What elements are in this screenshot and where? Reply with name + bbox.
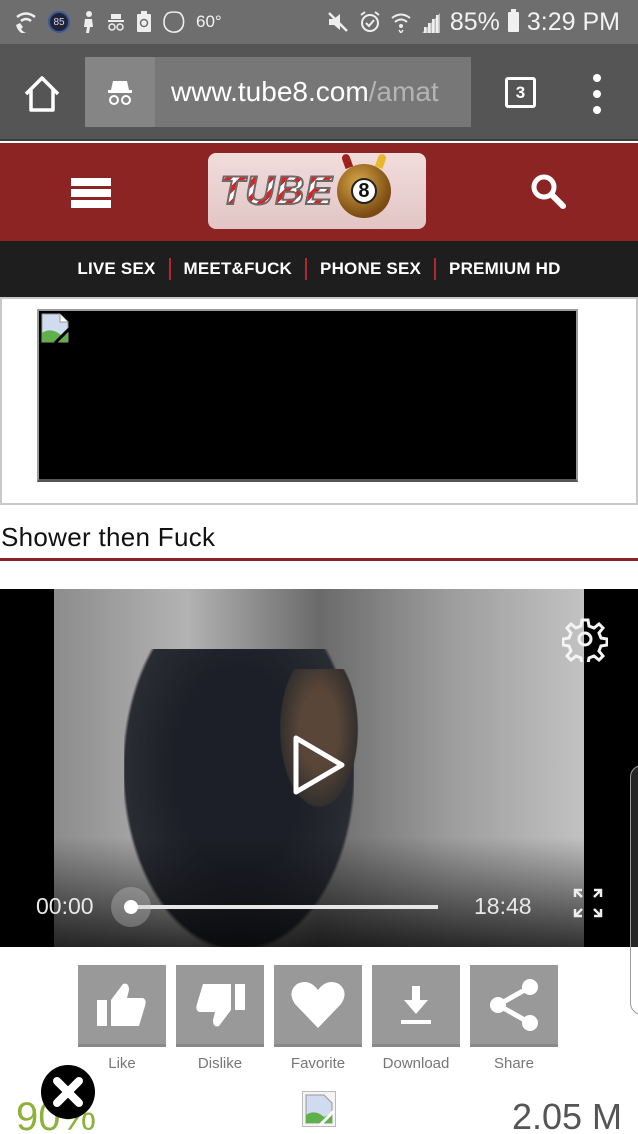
wifi-call-icon [14, 11, 38, 33]
share-button[interactable]: Share [470, 965, 558, 1072]
edge-panel-handle[interactable] [630, 765, 638, 1015]
seek-bar[interactable] [131, 905, 438, 909]
site-header: TUBE 8 [0, 143, 638, 241]
temperature: 60° [196, 12, 222, 31]
nav-link-meet[interactable]: MEET&FUCK [171, 259, 306, 279]
badge-85-icon: 85 [48, 11, 70, 33]
ad-banner[interactable] [37, 309, 578, 482]
current-time: 00:00 [36, 893, 94, 919]
home-button[interactable] [20, 74, 64, 114]
logo-text: TUBE [219, 168, 333, 214]
favorite-button-box [274, 965, 362, 1047]
play-button[interactable] [290, 732, 348, 798]
clock: 3:29 PM [526, 7, 620, 36]
fullscreen-icon [573, 888, 603, 918]
favorite-button[interactable]: Favorite [274, 965, 362, 1072]
incognito-icon [106, 12, 126, 32]
url-host: www.tube8.com [171, 76, 369, 107]
download-label: Download [382, 1055, 450, 1072]
favorite-label: Favorite [290, 1055, 346, 1072]
battery-saver-icon [136, 11, 152, 33]
broken-image-icon [302, 1091, 336, 1127]
signal-icon [420, 11, 442, 33]
top-nav: LIVE SEX MEET&FUCK PHONE SEX PREMIUM HD [0, 241, 638, 297]
ad-container [0, 297, 638, 505]
url-text[interactable]: www.tube8.com/amat [155, 76, 467, 108]
like-button-box [78, 965, 166, 1047]
nav-link-live-sex[interactable]: LIVE SEX [64, 259, 168, 279]
share-button-box [470, 965, 558, 1047]
fullscreen-button[interactable] [572, 887, 604, 919]
like-label: Like [108, 1055, 136, 1072]
battery-percent: 85% [449, 7, 500, 36]
dislike-button-box [176, 965, 264, 1047]
alarm-icon [358, 10, 382, 34]
title-divider [0, 558, 638, 561]
address-bar[interactable]: www.tube8.com/amat [85, 57, 471, 127]
video-actions: Like Dislike Favorite Download Share [78, 965, 558, 1072]
close-icon [41, 1065, 95, 1119]
share-label: Share [493, 1055, 535, 1072]
broken-image-icon [41, 313, 69, 343]
duration: 18:48 [474, 893, 532, 919]
download-icon [401, 985, 431, 1024]
thumbs-up-icon [97, 983, 146, 1026]
dislike-label: Dislike [197, 1055, 243, 1072]
hamburger-menu-button[interactable] [71, 178, 111, 208]
gear-icon [561, 618, 609, 666]
logo-ball-number: 8 [350, 178, 377, 204]
settings-button[interactable] [561, 616, 609, 666]
video-player[interactable]: 00:00 18:48 [0, 589, 638, 947]
video-title: Shower then Fuck [1, 522, 216, 552]
heart-icon [291, 981, 345, 1028]
nav-link-premium-hd[interactable]: PREMIUM HD [436, 259, 574, 279]
browser-toolbar: www.tube8.com/amat 3 [0, 44, 638, 141]
mute-icon [326, 11, 350, 33]
browser-menu-button[interactable] [590, 74, 604, 114]
url-path: /amat [368, 76, 439, 107]
share-icon [490, 978, 538, 1031]
search-icon [531, 174, 566, 209]
figure-icon [80, 10, 96, 34]
seek-thumb[interactable] [124, 900, 138, 914]
nav-link-phone-sex[interactable]: PHONE SEX [307, 259, 434, 279]
status-bar: 85 60° 85% 3:29 PM [0, 0, 638, 44]
download-button-box [372, 965, 460, 1047]
incognito-indicator [85, 57, 155, 127]
blob-icon [162, 10, 186, 34]
close-ad-button[interactable] [40, 1064, 96, 1120]
site-logo[interactable]: TUBE 8 [208, 153, 426, 229]
battery-icon [507, 9, 519, 32]
logo-eight-ball-icon: 8 [336, 164, 391, 218]
view-count: 2.05 M [511, 1096, 622, 1134]
tab-switcher-button[interactable]: 3 [505, 77, 536, 108]
download-button[interactable]: Download [372, 965, 460, 1072]
dislike-button[interactable]: Dislike [176, 965, 264, 1072]
wifi-icon [390, 11, 412, 33]
search-button[interactable] [528, 171, 568, 211]
like-button[interactable]: Like [78, 965, 166, 1072]
play-icon [293, 735, 345, 795]
home-icon [24, 76, 60, 112]
thumbs-down-icon [196, 983, 245, 1026]
incognito-icon [108, 81, 132, 105]
